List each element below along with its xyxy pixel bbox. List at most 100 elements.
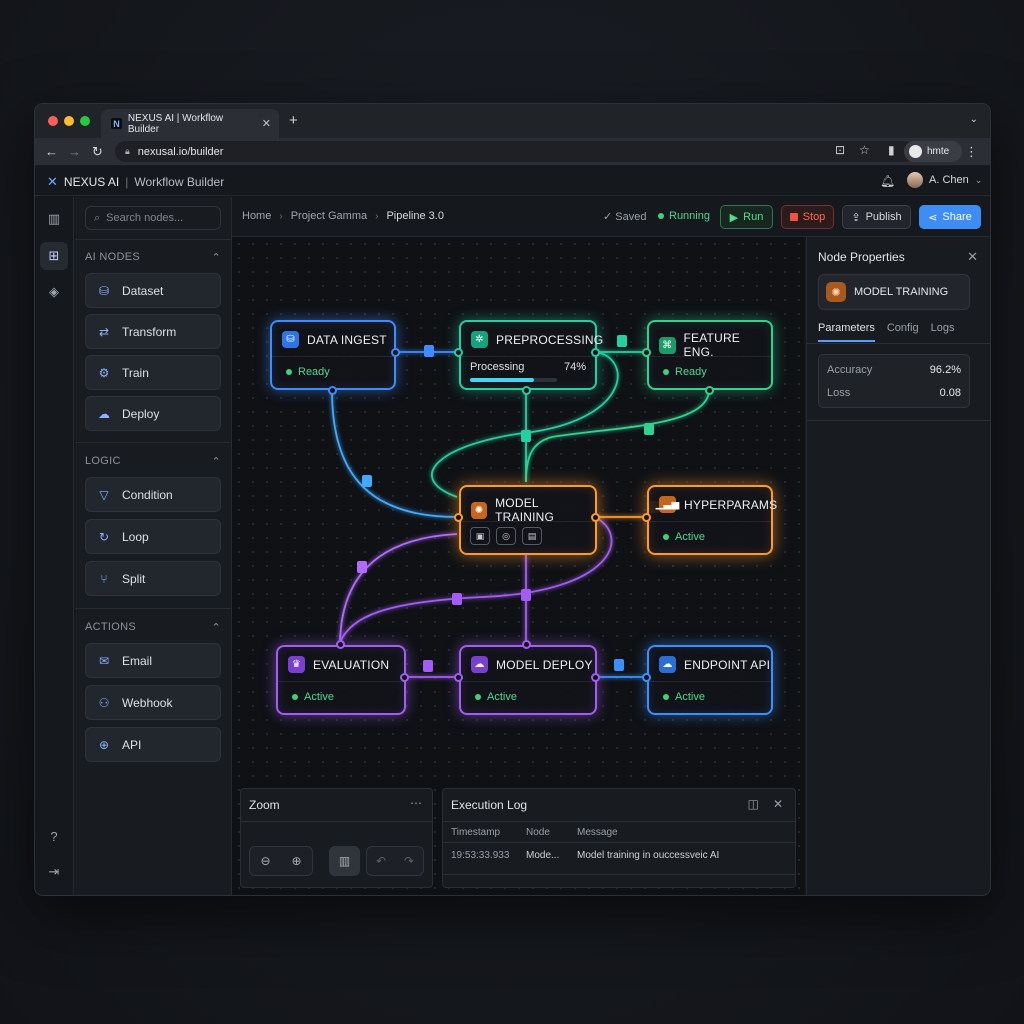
- stop-button[interactable]: Stop: [781, 205, 834, 229]
- publish-button[interactable]: ⇪ Publish: [842, 205, 911, 229]
- profile-button[interactable]: hmte: [904, 141, 962, 162]
- output-port[interactable]: [591, 673, 600, 682]
- output-port[interactable]: [522, 386, 531, 395]
- tab-title: NEXUS AI | Workflow Builder: [127, 112, 224, 135]
- breadcrumb-project[interactable]: Project Gamma: [291, 210, 367, 222]
- palette-item-dataset[interactable]: ⛁ Dataset: [85, 273, 221, 308]
- output-port[interactable]: [400, 673, 409, 682]
- status-dot-icon: [292, 694, 298, 700]
- cpu-icon[interactable]: ▣: [470, 527, 490, 545]
- input-port[interactable]: [522, 640, 531, 649]
- nodes-grid-icon[interactable]: ⊞: [40, 242, 68, 270]
- bookmark-star-icon[interactable]: ☆: [859, 143, 870, 157]
- more-options-icon[interactable]: ⋯: [410, 796, 422, 810]
- input-port[interactable]: [454, 348, 463, 357]
- zoom-in-icon[interactable]: ⊕: [291, 854, 301, 868]
- node-endpoint-api[interactable]: ☁ ENDPOINT API Active: [647, 645, 773, 715]
- brand-separator: |: [125, 175, 129, 189]
- section-header-actions[interactable]: ACTIONS ⌃: [85, 621, 221, 634]
- packet-badge: [617, 335, 627, 347]
- close-window-button[interactable]: [48, 116, 58, 126]
- close-icon[interactable]: ✕: [773, 797, 783, 811]
- section-header-logic[interactable]: LOGIC ⌃: [85, 455, 221, 468]
- brand-name: NEXUS AI: [63, 175, 120, 189]
- node-hyperparams[interactable]: ▁▃▅ HYPERPARAMS Active: [647, 485, 777, 555]
- workflow-canvas[interactable]: ⛁ DATA INGEST Ready ✲ PREPROCESSING Proc…: [232, 237, 804, 895]
- output-port[interactable]: [328, 386, 337, 395]
- search-icon: ⌕: [94, 211, 101, 224]
- minimize-window-button[interactable]: [64, 116, 74, 126]
- library-icon[interactable]: ▥: [40, 205, 68, 233]
- tab-config[interactable]: Config: [887, 322, 919, 342]
- user-menu[interactable]: A. Chen ⌄: [907, 172, 982, 188]
- input-port[interactable]: [454, 673, 463, 682]
- back-arrow-icon[interactable]: ←: [45, 144, 58, 159]
- node-evaluation[interactable]: ♛ EVALUATION Active: [276, 645, 406, 715]
- notification-bell-icon[interactable]: 🔔︎: [880, 174, 895, 188]
- breadcrumb-home[interactable]: Home: [242, 210, 271, 222]
- node-model-deploy[interactable]: ☁ MODEL DEPLOY Active: [459, 645, 597, 715]
- forward-arrow-icon[interactable]: →: [68, 144, 81, 159]
- node-status: Active: [475, 691, 517, 703]
- palette-item-transform[interactable]: ⇄ Transform: [85, 314, 221, 349]
- search-nodes-input[interactable]: ⌕ Search nodes...: [85, 206, 221, 230]
- memory-icon[interactable]: ▤: [522, 527, 542, 545]
- output-port[interactable]: [705, 386, 714, 395]
- palette-item-webhook[interactable]: ⚇ Webhook: [85, 685, 221, 720]
- site-info-icon[interactable]: ⊡: [835, 143, 845, 157]
- map-toggle-button[interactable]: ▥: [329, 846, 360, 876]
- palette-item-email[interactable]: ✉ Email: [85, 643, 221, 678]
- gpu-swirl-icon[interactable]: ◎: [496, 527, 516, 545]
- input-port[interactable]: [642, 513, 651, 522]
- node-preprocessing[interactable]: ✲ PREPROCESSING Processing 74%: [459, 320, 603, 390]
- palette-item-split[interactable]: ⑂ Split: [85, 561, 221, 596]
- help-icon[interactable]: ?: [40, 822, 68, 850]
- close-tab-icon[interactable]: ✕: [262, 117, 271, 130]
- node-tool-chips: ▣ ◎ ▤: [470, 527, 542, 545]
- section-header-ai-nodes[interactable]: AI NODES ⌃: [85, 251, 221, 264]
- table-row[interactable]: 19:53:33.933 Mode... Model training in o…: [443, 843, 795, 875]
- run-button[interactable]: ▶ Run: [720, 205, 773, 229]
- input-port[interactable]: [336, 640, 345, 649]
- input-port[interactable]: [642, 673, 651, 682]
- redo-icon[interactable]: ↷: [404, 854, 414, 868]
- logout-icon[interactable]: ⇥: [40, 858, 68, 886]
- log-panel-title: Execution Log: [451, 798, 528, 812]
- close-icon[interactable]: ✕: [967, 249, 978, 265]
- share-button[interactable]: ⋖ Share: [919, 205, 981, 229]
- reload-icon[interactable]: ↻: [92, 144, 103, 160]
- undo-icon[interactable]: ↶: [376, 854, 386, 868]
- output-port[interactable]: [591, 348, 600, 357]
- palette-item-condition[interactable]: ▽ Condition: [85, 477, 221, 512]
- output-port[interactable]: [591, 513, 600, 522]
- zoom-out-icon[interactable]: ⊖: [260, 854, 270, 868]
- collapse-chevron-icon: ⌃: [211, 456, 221, 468]
- map-icon: ▥: [338, 854, 351, 868]
- palette-item-loop[interactable]: ↻ Loop: [85, 519, 221, 554]
- input-port[interactable]: [454, 513, 463, 522]
- tab-list-chevron-icon[interactable]: ⌄: [970, 114, 978, 125]
- node-data-ingest[interactable]: ⛁ DATA INGEST Ready: [270, 320, 396, 390]
- new-tab-icon[interactable]: +: [289, 112, 298, 129]
- split-view-icon[interactable]: ◫: [748, 797, 759, 811]
- tab-logs[interactable]: Logs: [931, 322, 955, 342]
- node-feature-eng[interactable]: ⌘ FEATURE ENG. Ready: [647, 320, 773, 390]
- node-status: Active: [663, 691, 705, 703]
- metrics-card: Accuracy 96.2% Loss 0.08: [818, 354, 970, 408]
- layers-icon[interactable]: ◈: [40, 278, 68, 306]
- node-model-training[interactable]: ✺ MODEL TRAINING ▣ ◎ ▤: [459, 485, 597, 555]
- maximize-window-button[interactable]: [80, 116, 90, 126]
- palette-item-deploy[interactable]: ☁ Deploy: [85, 396, 221, 431]
- input-port[interactable]: [642, 348, 651, 357]
- palette-item-api[interactable]: ⊕ API: [85, 727, 221, 762]
- url-field[interactable]: 🔒︎ nexusal.io/builder: [115, 141, 915, 162]
- browser-menu-icon[interactable]: ⋮: [965, 144, 978, 160]
- output-port[interactable]: [391, 348, 400, 357]
- palette-item-train[interactable]: ⚙ Train: [85, 355, 221, 390]
- browser-tab[interactable]: N NEXUS AI | Workflow Builder ✕: [101, 109, 279, 138]
- app-brand: ✕ NEXUS AI | Workflow Builder: [47, 174, 224, 190]
- status-dot-icon: [663, 694, 669, 700]
- wire-feature-training: [525, 389, 710, 483]
- tab-parameters[interactable]: Parameters: [818, 322, 875, 342]
- sidebar-toggle-icon[interactable]: ▮: [888, 143, 895, 157]
